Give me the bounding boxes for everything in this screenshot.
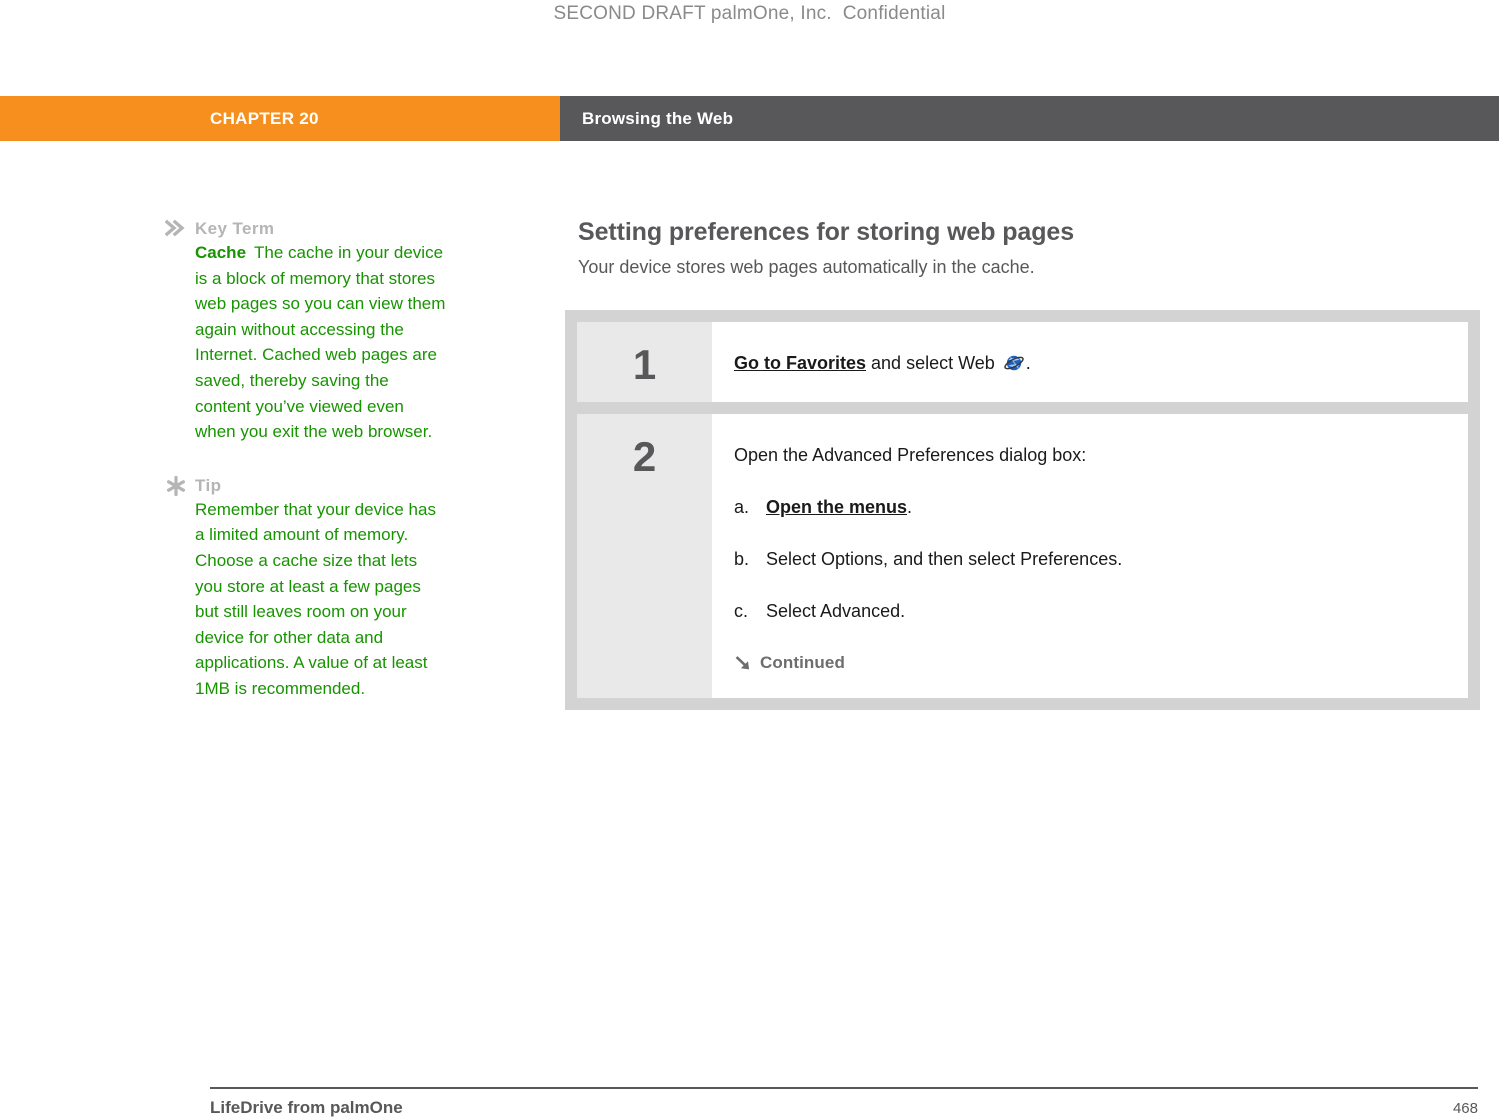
footer-page-number: 468 — [1452, 1100, 1478, 1117]
main-content-header: Setting preferences for storing web page… — [578, 216, 1478, 280]
web-globe-icon — [1004, 352, 1025, 380]
sub-item-letter: b. — [734, 549, 750, 569]
draft-notice: SECOND DRAFT palmOne, Inc. Confidential — [553, 3, 946, 24]
chapter-title-label: Browsing the Web — [582, 108, 734, 128]
continued-label: Continued — [760, 653, 845, 672]
sub-item-letter: a. — [734, 497, 750, 517]
step-instruction-text: and select Web — [866, 353, 1000, 373]
sidebar-key-term-word: Cache — [195, 243, 247, 262]
sub-item-letter: c. — [734, 601, 749, 621]
sidebar-key-term-text: The cache in your device is a block of m… — [195, 243, 446, 442]
page-title: Setting preferences for storing web page… — [578, 218, 1075, 246]
arrow-down-right-icon — [734, 654, 753, 673]
steps-panel: 1 Go to Favorites and select Web . 2 Ope… — [565, 310, 1480, 710]
step-content: Go to Favorites and select Web . — [712, 322, 1468, 402]
sidebar-key-term-heading: Key Term — [195, 219, 275, 238]
step-number-cell: 1 — [577, 322, 712, 402]
sidebar-notes: Key Term Cache The cache in your device i… — [165, 218, 455, 732]
sidebar-tip-heading: Tip — [195, 475, 222, 495]
go-to-favorites-link[interactable]: Go to Favorites — [734, 353, 866, 373]
sidebar-block-tip: Tip Remember that your device has a limi… — [165, 475, 455, 702]
sidebar-tip-head: Tip — [165, 475, 455, 497]
step-number: 2 — [632, 433, 657, 480]
step-content: Open the Advanced Preferences dialog box… — [712, 414, 1468, 698]
chapter-bar: CHAPTER 20 Browsing the Web — [0, 96, 1499, 141]
double-chevron-right-icon — [165, 218, 195, 238]
step-number-cell: 2 — [577, 414, 712, 698]
step-number: 1 — [632, 341, 657, 388]
open-the-menus-link[interactable]: Open the menus — [766, 497, 907, 517]
footer-divider — [210, 1087, 1478, 1089]
sidebar-key-term-head: Key Term — [165, 218, 455, 240]
step-instruction: Go to Favorites and select Web . — [734, 350, 1438, 380]
continued-marker: Continued — [734, 650, 1438, 676]
sidebar-block-key-term: Key Term Cache The cache in your device i… — [165, 218, 455, 445]
sub-item-text: Select Advanced. — [766, 601, 906, 621]
step-instruction: Open the Advanced Preferences dialog box… — [734, 445, 1087, 465]
sub-item-text: Select Options, and then select Preferen… — [766, 549, 1123, 569]
asterisk-icon — [165, 475, 195, 497]
step-sub-item-b: b. Select Options, and then select Prefe… — [734, 546, 1438, 572]
step-sub-item-a: a. Open the menus. — [734, 494, 1438, 520]
chapter-bar-orange-segment: CHAPTER 20 — [0, 96, 560, 141]
chapter-number-label: CHAPTER 20 — [210, 108, 319, 128]
page-subtitle: Your device stores web pages automatical… — [578, 257, 1035, 277]
sidebar-tip-body: Remember that your device has a limited … — [195, 499, 436, 698]
sub-item-trailing: . — [907, 497, 913, 517]
footer-product-label: LifeDrive from palmOne — [210, 1098, 403, 1117]
sub-item-text: Open the menus. — [766, 494, 912, 520]
sidebar-key-term-body: Cache The cache in your device is a block… — [195, 240, 447, 445]
step-sub-item-c: c. Select Advanced. — [734, 598, 1438, 624]
step-row: 1 Go to Favorites and select Web . — [565, 322, 1480, 402]
step-instruction-trailing: . — [1025, 353, 1031, 373]
chapter-bar-gray-segment: Browsing the Web — [560, 96, 1499, 141]
step-row: 2 Open the Advanced Preferences dialog b… — [565, 414, 1480, 698]
